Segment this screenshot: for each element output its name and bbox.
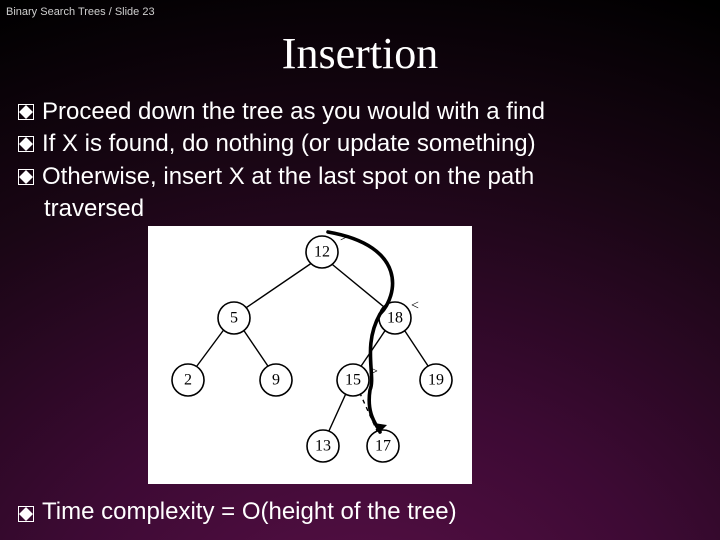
star-bullet-icon bbox=[18, 136, 34, 152]
bullet-text: If X is found, do nothing (or update som… bbox=[42, 128, 536, 160]
cmp-label-lt-18: < bbox=[411, 299, 419, 314]
star-bullet-icon bbox=[18, 506, 34, 522]
tree-node-2: 2 bbox=[184, 372, 192, 389]
tree-node-15: 15 bbox=[345, 372, 361, 389]
list-item: Time complexity = O(height of the tree) bbox=[18, 498, 457, 526]
bullet-list: Proceed down the tree as you would with … bbox=[18, 96, 702, 226]
bullet-text: Time complexity = O(height of the tree) bbox=[42, 498, 457, 526]
list-item: If X is found, do nothing (or update som… bbox=[18, 128, 702, 160]
insertion-path-arrow bbox=[328, 232, 393, 432]
list-item: Proceed down the tree as you would with … bbox=[18, 96, 702, 128]
bullet-text: Otherwise, insert X at the last spot on … bbox=[42, 161, 534, 193]
tree-node-18: 18 bbox=[387, 310, 403, 327]
tree-node-17: 17 bbox=[375, 438, 391, 455]
bullet-text: Proceed down the tree as you would with … bbox=[42, 96, 545, 128]
tree-node-5: 5 bbox=[230, 310, 238, 327]
star-bullet-icon bbox=[18, 169, 34, 185]
bullet-text-continuation: traversed bbox=[44, 193, 702, 225]
tree-node-19: 19 bbox=[428, 372, 444, 389]
tree-node-13: 13 bbox=[315, 438, 331, 455]
star-bullet-icon bbox=[18, 104, 34, 120]
list-item: Otherwise, insert X at the last spot on … bbox=[18, 161, 702, 193]
tree-node-9: 9 bbox=[272, 372, 280, 389]
tree-node-12: 12 bbox=[314, 244, 330, 261]
page-title: Insertion bbox=[0, 28, 720, 79]
tree-diagram: 12 5 18 2 9 15 19 13 17 > < > bbox=[148, 226, 472, 484]
breadcrumb: Binary Search Trees / Slide 23 bbox=[6, 6, 155, 18]
breadcrumb-text: Binary Search Trees / Slide 23 bbox=[6, 6, 155, 18]
bst-tree-svg: 12 5 18 2 9 15 19 13 17 > < > bbox=[148, 226, 472, 484]
